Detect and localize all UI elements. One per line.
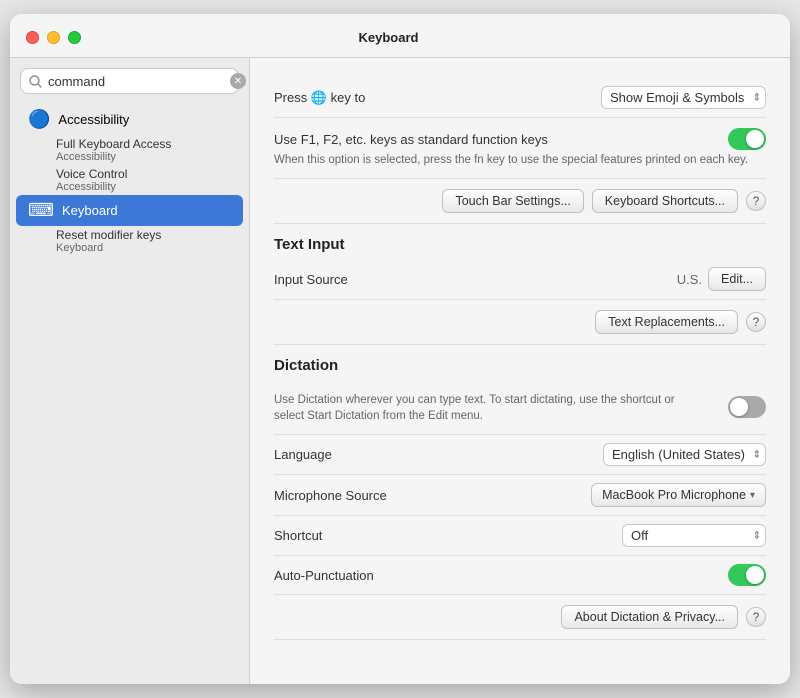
- search-clear-button[interactable]: ✕: [230, 73, 246, 89]
- full-keyboard-category: Accessibility: [56, 151, 231, 163]
- language-select-wrapper: English (United States): [603, 443, 766, 466]
- function-keys-title: Use F1, F2, etc. keys as standard functi…: [274, 132, 548, 147]
- input-source-row: Input Source U.S. Edit...: [274, 259, 766, 300]
- voice-control-category: Accessibility: [56, 181, 231, 193]
- dictation-description: Use Dictation wherever you can type text…: [274, 392, 694, 424]
- language-select[interactable]: English (United States): [603, 443, 766, 466]
- microphone-row: Microphone Source MacBook Pro Microphone…: [274, 475, 766, 516]
- window-title: Keyboard: [10, 30, 774, 45]
- dictation-help-button[interactable]: ?: [746, 607, 766, 627]
- full-keyboard-label: Full Keyboard Access: [56, 137, 231, 151]
- dictation-section: Use Dictation wherever you can type text…: [274, 380, 766, 435]
- dictation-toggle-row: Use Dictation wherever you can type text…: [274, 390, 766, 424]
- press-key-row: Press 🌐 key to Show Emoji & Symbols Star…: [274, 78, 766, 118]
- sidebar-sub-voice-control[interactable]: Voice Control Accessibility: [16, 165, 243, 195]
- microphone-control: MacBook Pro Microphone ▾: [591, 483, 766, 507]
- input-source-label: Input Source: [274, 272, 348, 287]
- about-dictation-button[interactable]: About Dictation & Privacy...: [561, 605, 738, 629]
- reset-modifier-label: Reset modifier keys: [56, 228, 231, 242]
- sidebar-item-keyboard[interactable]: ⌨ Keyboard: [16, 195, 243, 226]
- content-area: ✕ 🔵 Accessibility Full Keyboard Access A…: [10, 58, 790, 684]
- dictation-toggle[interactable]: [728, 396, 766, 418]
- globe-icon: 🌐: [311, 90, 327, 105]
- keyboard-buttons-row: Touch Bar Settings... Keyboard Shortcuts…: [274, 179, 766, 224]
- sidebar-label-accessibility: Accessibility: [58, 112, 129, 127]
- touch-bar-settings-button[interactable]: Touch Bar Settings...: [442, 189, 583, 213]
- language-row: Language English (United States): [274, 435, 766, 475]
- text-replacements-button[interactable]: Text Replacements...: [595, 310, 738, 334]
- shortcut-select[interactable]: Off Press fn fn Press Fn (Globe) fn: [622, 524, 766, 547]
- auto-punctuation-row: Auto-Punctuation: [274, 556, 766, 595]
- function-keys-toggle[interactable]: [728, 128, 766, 150]
- press-key-select-wrapper: Show Emoji & Symbols Start Dictation Cha…: [601, 86, 766, 109]
- main-content: Press 🌐 key to Show Emoji & Symbols Star…: [250, 58, 790, 684]
- microphone-dropdown[interactable]: MacBook Pro Microphone ▾: [591, 483, 766, 507]
- text-input-help-button[interactable]: ?: [746, 312, 766, 332]
- microphone-value: MacBook Pro Microphone: [602, 488, 746, 502]
- function-keys-header: Use F1, F2, etc. keys as standard functi…: [274, 128, 766, 150]
- about-dictation-row: About Dictation & Privacy... ?: [274, 595, 766, 640]
- shortcut-select-wrapper: Off Press fn fn Press Fn (Globe) fn: [622, 524, 766, 547]
- input-source-value: U.S.: [677, 272, 702, 287]
- function-keys-description: When this option is selected, press the …: [274, 152, 766, 168]
- text-replacements-row: Text Replacements... ?: [274, 300, 766, 345]
- sidebar-label-keyboard: Keyboard: [62, 203, 118, 218]
- sidebar: ✕ 🔵 Accessibility Full Keyboard Access A…: [10, 58, 250, 684]
- function-keys-section: Use F1, F2, etc. keys as standard functi…: [274, 118, 766, 179]
- auto-punctuation-toggle[interactable]: [728, 564, 766, 586]
- sidebar-item-accessibility[interactable]: 🔵 Accessibility: [16, 104, 243, 135]
- keyboard-icon: ⌨: [28, 200, 54, 221]
- text-input-header: Text Input: [274, 224, 766, 259]
- dictation-header: Dictation: [274, 345, 766, 380]
- sidebar-sub-reset-modifier[interactable]: Reset modifier keys Keyboard: [16, 226, 243, 256]
- voice-control-label: Voice Control: [56, 167, 231, 181]
- microphone-dropdown-arrow: ▾: [750, 490, 755, 501]
- microphone-label: Microphone Source: [274, 488, 387, 503]
- shortcut-label: Shortcut: [274, 528, 322, 543]
- edit-button[interactable]: Edit...: [708, 267, 766, 291]
- search-bar: ✕: [20, 68, 239, 94]
- keyboard-help-button[interactable]: ?: [746, 191, 766, 211]
- accessibility-icon: 🔵: [28, 109, 50, 130]
- main-window: Keyboard ✕ 🔵 Accessibility Full Keyboard…: [10, 14, 790, 684]
- reset-modifier-category: Keyboard: [56, 242, 231, 254]
- auto-punctuation-label: Auto-Punctuation: [274, 568, 374, 583]
- title-bar: Keyboard: [10, 14, 790, 58]
- press-key-select[interactable]: Show Emoji & Symbols Start Dictation Cha…: [601, 86, 766, 109]
- language-label: Language: [274, 447, 332, 462]
- search-input[interactable]: [48, 74, 224, 89]
- sidebar-sub-full-keyboard[interactable]: Full Keyboard Access Accessibility: [16, 135, 243, 165]
- keyboard-shortcuts-button[interactable]: Keyboard Shortcuts...: [592, 189, 738, 213]
- shortcut-row: Shortcut Off Press fn fn Press Fn (Globe…: [274, 516, 766, 556]
- press-key-label: Press 🌐 key to: [274, 90, 365, 106]
- search-icon: [29, 75, 42, 88]
- input-source-control: U.S. Edit...: [677, 267, 766, 291]
